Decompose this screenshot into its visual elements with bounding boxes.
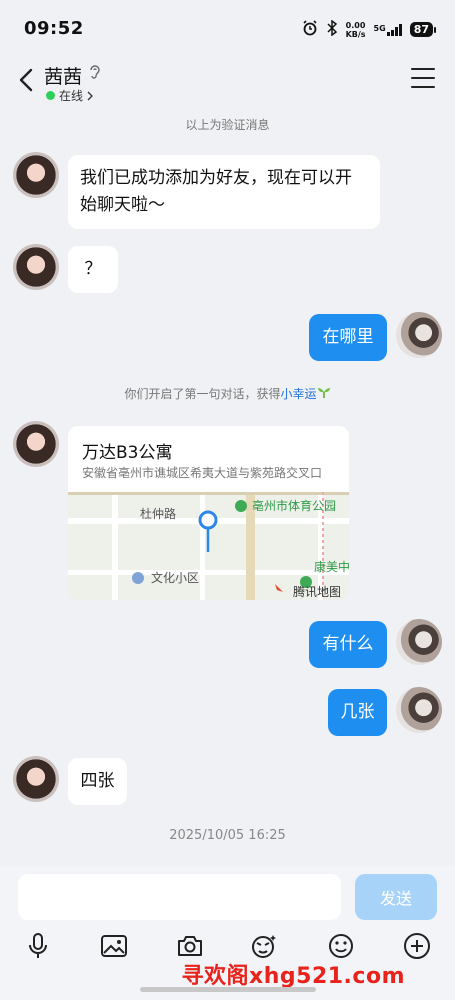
chevron-left-icon [19,68,33,92]
location-map: 杜仲路 亳州市体育公园 文化小区 康美中 腾讯地图 [68,492,349,600]
contact-avatar[interactable] [13,421,59,467]
microphone-icon[interactable] [20,928,56,964]
home-indicator[interactable] [140,987,316,992]
back-button[interactable] [12,66,40,94]
status-bar: 09:52 0.00 KB/s 5G 87 [0,0,455,60]
chat-area[interactable]: 以上为验证消息 我们已成功添加为好友，现在可以开始聊天啦～ ？ 在哪里 你们开启… [0,108,455,870]
message-bubble[interactable]: ？ [68,246,118,293]
message-bubble[interactable]: 我们已成功添加为好友，现在可以开始聊天啦～ [68,155,380,229]
sprout-icon [317,387,331,401]
my-avatar[interactable] [396,312,442,358]
net-speed: 0.00 KB/s [345,20,366,39]
chevron-right-icon [87,91,93,100]
signal-icon: 5G [374,23,402,36]
message-bubble[interactable]: 在哪里 [309,314,387,361]
online-dot [46,91,55,100]
first-chat-note: 你们开启了第一句对话，获得小幸运 [0,385,455,402]
send-button[interactable]: 发送 [355,874,437,920]
watermark: 寻欢阁xhg521.com [181,964,405,989]
ear-icon [88,64,102,84]
bluetooth-icon [326,19,338,39]
message-bubble[interactable]: 几张 [328,689,387,736]
chat-header: 茜茜 在线 [0,60,455,108]
menu-icon [411,68,435,70]
status-icons: 0.00 KB/s 5G 87 [302,19,437,39]
contact-name[interactable]: 茜茜 [44,62,82,89]
online-status[interactable]: 在线 [46,87,93,104]
contact-avatar[interactable] [13,152,59,198]
message-bubble[interactable]: 四张 [68,758,127,805]
image-icon[interactable] [96,928,132,964]
location-title: 万达B3公寓 [82,443,173,463]
map-label: 腾讯地图 [293,584,341,599]
timestamp: 2025/10/05 16:25 [169,828,286,843]
message-input[interactable] [18,874,341,920]
map-label: 文化小区 [151,570,199,585]
my-avatar[interactable] [396,687,442,733]
alarm-icon [302,20,318,39]
map-label: 杜仲路 [140,506,176,521]
verification-note: 以上为验证消息 [185,118,270,132]
contact-avatar[interactable] [13,756,59,802]
location-address: 安徽省亳州市谯城区希夷大道与紫苑路交叉口 [82,466,323,480]
status-time: 09:52 [24,18,84,39]
location-card[interactable]: 万达B3公寓 安徽省亳州市谯城区希夷大道与紫苑路交叉口 杜仲路 亳州市体育公园 … [68,426,349,600]
menu-button[interactable] [411,68,435,88]
contact-avatar[interactable] [13,244,59,290]
battery-indicator: 87 [409,22,437,37]
my-avatar[interactable] [396,619,442,665]
reward-link[interactable]: 小幸运 [281,387,317,401]
map-label: 亳州市体育公园 [252,498,336,513]
message-bubble[interactable]: 有什么 [309,621,387,668]
online-label: 在线 [59,89,84,103]
map-label: 康美中 [314,559,349,574]
input-bar: 发送 寻欢阁xhg521.com [0,866,455,1000]
